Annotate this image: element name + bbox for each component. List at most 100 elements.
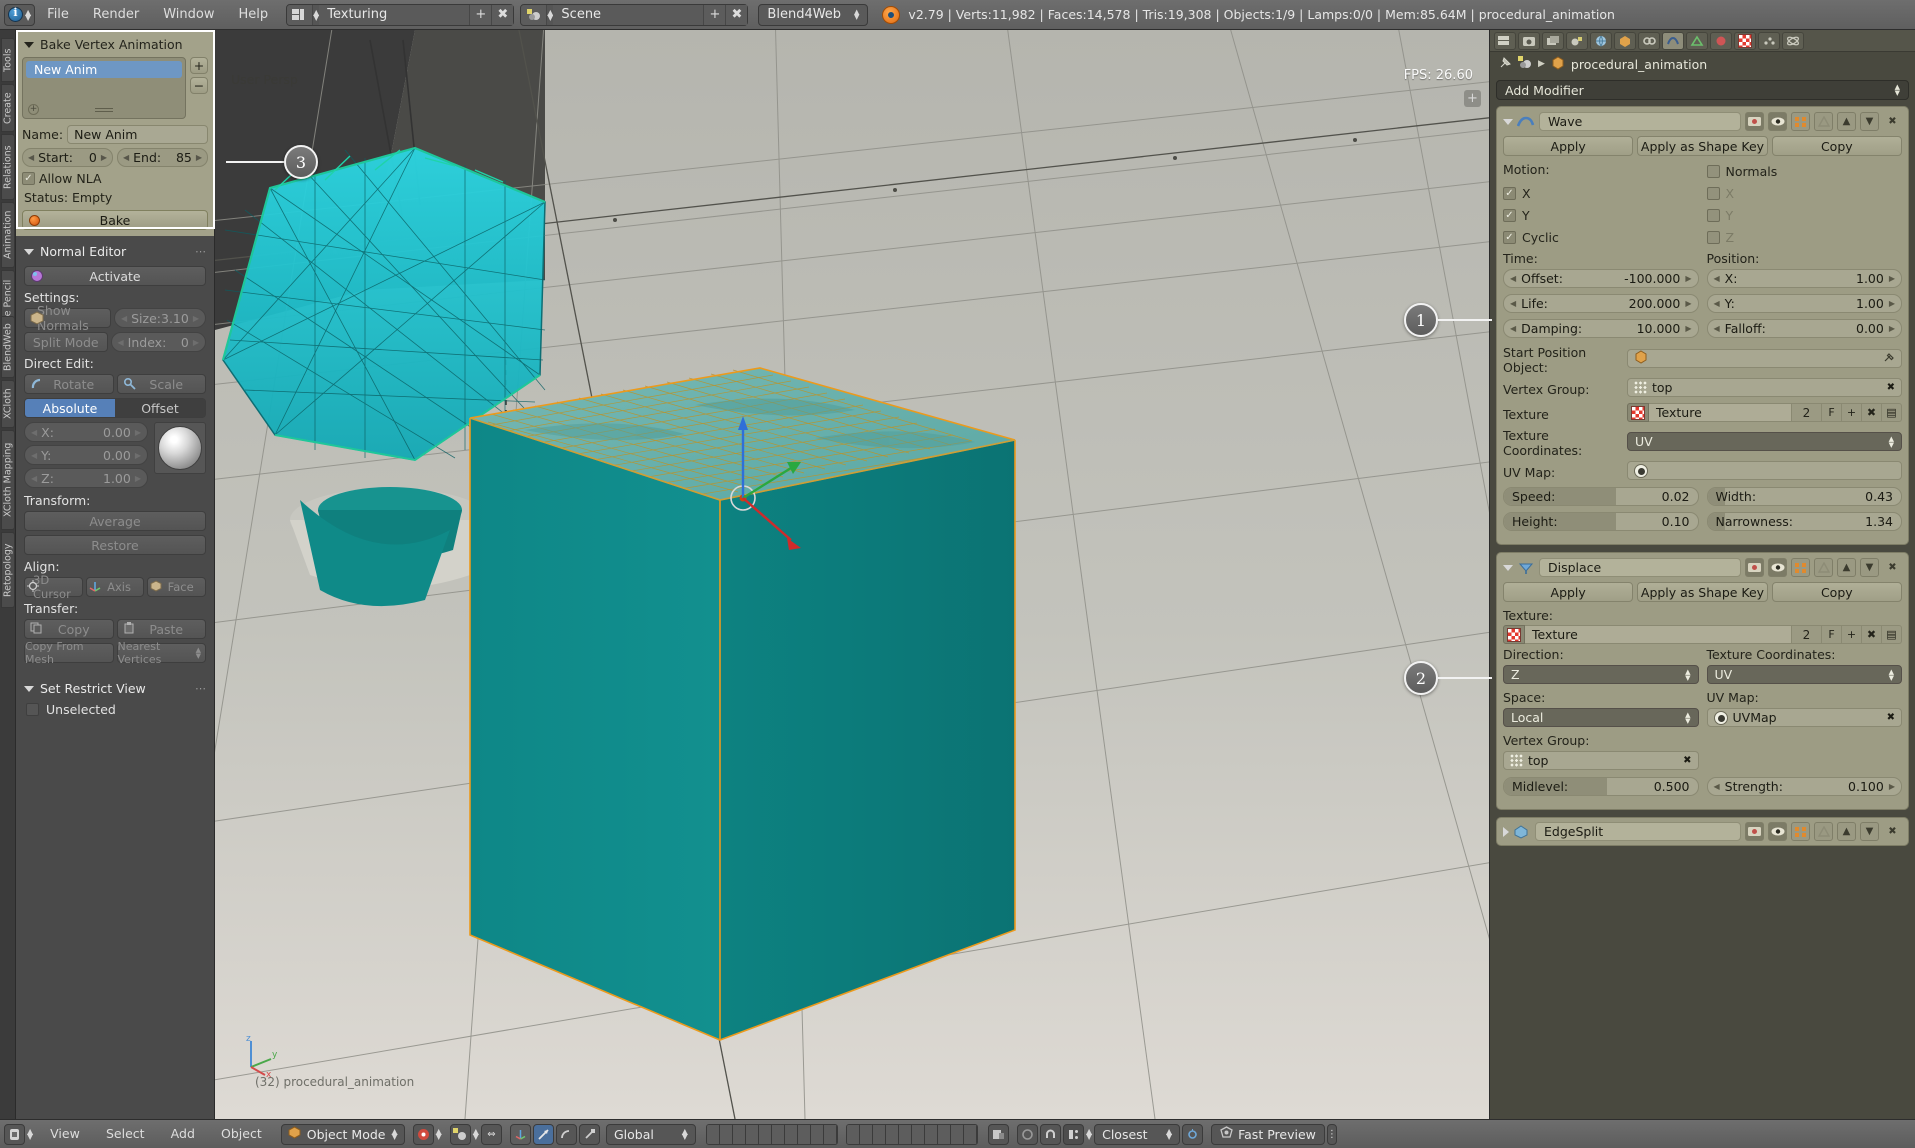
sidebar-tab-create[interactable]: Create (1, 84, 15, 132)
transform-orientation-selector[interactable]: Global ▲▼ (606, 1124, 696, 1145)
layer-cell[interactable] (899, 1125, 912, 1144)
add-item-button[interactable]: + (190, 57, 208, 74)
sidebar-tab-animation[interactable]: Animation (1, 202, 15, 268)
interaction-mode-selector[interactable]: Object Mode ▲▼ (281, 1124, 405, 1145)
editor-type-selector-info[interactable]: ▲▼ (4, 4, 35, 26)
nearest-vertices-dropdown[interactable]: Nearest Vertices ▲▼ (117, 643, 207, 663)
add-anim-icon[interactable]: + (28, 104, 39, 115)
right-arrow-icon[interactable]: ▶ (193, 338, 199, 347)
layer-cell[interactable] (798, 1125, 811, 1144)
on-cage-toggle-icon[interactable] (1814, 558, 1833, 577)
absolute-offset-toggle[interactable]: Absolute Offset (24, 398, 206, 418)
motion-y-row[interactable]: ✓ Y (1503, 206, 1699, 225)
activate-button[interactable]: Activate (24, 266, 206, 286)
position-y-input[interactable]: ◀ Y: 1.00 ▶ (1707, 294, 1903, 313)
left-arrow-icon[interactable]: ◀ (1714, 274, 1720, 283)
normals-checkbox[interactable]: ✓ (1707, 165, 1720, 178)
left-arrow-icon[interactable]: ◀ (1510, 324, 1516, 333)
apply-shape-key-button[interactable]: Apply as Shape Key (1637, 136, 1767, 156)
restrict-view-header[interactable]: Set Restrict View ⋯ (16, 675, 214, 700)
life-input[interactable]: ◀ Life: 200.000 ▶ (1503, 294, 1699, 313)
left-arrow-icon[interactable]: ◀ (1714, 324, 1720, 333)
layer-cell[interactable] (759, 1125, 772, 1144)
delete-modifier-icon[interactable]: ✖ (1883, 112, 1902, 131)
left-arrow-icon[interactable]: ◀ (31, 474, 37, 483)
width-slider[interactable]: Width: 0.43 (1707, 487, 1903, 506)
speed-slider[interactable]: Speed: 0.02 (1503, 487, 1699, 506)
end-frame-input[interactable]: ◀ End: 85 ▶ (117, 148, 208, 167)
uv-map-input[interactable]: UVMap ✖ (1707, 708, 1903, 727)
layer-cell[interactable] (873, 1125, 886, 1144)
left-arrow-icon[interactable]: ◀ (1714, 782, 1720, 791)
list-grip-icon[interactable] (95, 108, 113, 112)
move-up-icon[interactable]: ▲ (1837, 112, 1856, 131)
offset-option[interactable]: Offset (115, 399, 205, 417)
normals-z-row[interactable]: ✓ Z (1707, 228, 1903, 247)
left-arrow-icon[interactable]: ◀ (123, 153, 129, 162)
tab-physics-icon[interactable] (1782, 32, 1804, 50)
layer-cell[interactable] (811, 1125, 824, 1144)
layer-cell[interactable] (925, 1125, 938, 1144)
editor-type-selector-3dview[interactable] (4, 1124, 25, 1145)
add-scene-button[interactable]: + (703, 5, 725, 25)
screen-layout-name[interactable]: Texturing (319, 5, 469, 25)
offset-input[interactable]: ◀ Offset: -100.000 ▶ (1503, 269, 1699, 288)
edit-mode-toggle-icon[interactable] (1791, 112, 1810, 131)
tab-particles-icon[interactable] (1758, 32, 1780, 50)
viewport-toolbar-toggle[interactable]: + (1464, 90, 1481, 107)
cyclic-checkbox-row[interactable]: ✓ Cyclic (1503, 228, 1699, 247)
snap-toggle-icon[interactable] (1017, 1124, 1038, 1145)
right-arrow-icon[interactable]: ▶ (1685, 274, 1691, 283)
layer-cell[interactable] (746, 1125, 759, 1144)
sidebar-tab-relations[interactable]: Relations (1, 134, 15, 200)
layer-cell[interactable] (707, 1125, 720, 1144)
copy-modifier-button[interactable]: Copy (1772, 136, 1902, 156)
tab-data-icon[interactable] (1686, 32, 1708, 50)
right-arrow-icon[interactable]: ▶ (193, 314, 199, 323)
direction-dropdown[interactable]: Z ▲▼ (1503, 665, 1699, 684)
proportional-edit-icon[interactable]: ⇔ (481, 1124, 502, 1145)
split-mode-button[interactable]: Split Mode (24, 332, 108, 352)
render-toggle-icon[interactable] (1745, 558, 1764, 577)
right-arrow-icon[interactable]: ▶ (135, 451, 141, 460)
menu-view[interactable]: View (39, 1126, 91, 1141)
move-up-icon[interactable]: ▲ (1837, 822, 1856, 841)
menu-render[interactable]: Render (81, 7, 151, 22)
allow-nla-checkbox[interactable]: ✓ (22, 172, 35, 185)
layer-cell[interactable] (964, 1125, 977, 1144)
right-arrow-icon[interactable]: ▶ (101, 153, 107, 162)
align-face-button[interactable]: Face (147, 577, 206, 597)
delete-screen-layout-button[interactable]: ✖ (491, 5, 513, 25)
modifier-name-input[interactable]: Displace (1539, 558, 1741, 577)
layer-cell[interactable] (847, 1125, 860, 1144)
editor-type-selector[interactable] (1494, 32, 1516, 50)
chevron-updown-icon[interactable]: ▲▼ (473, 1129, 479, 1139)
size-input[interactable]: ◀ Size: 3.10 ▶ (114, 308, 206, 328)
menu-window[interactable]: Window (151, 7, 226, 22)
motion-y-checkbox[interactable]: ✓ (1503, 209, 1516, 222)
layer-cell[interactable] (785, 1125, 798, 1144)
texture-users-count[interactable]: 2 (1792, 403, 1822, 422)
screen-layout-selector[interactable]: ▲▼ Texturing + ✖ (286, 4, 514, 26)
left-arrow-icon[interactable]: ◀ (1714, 299, 1720, 308)
right-arrow-icon[interactable]: ▶ (1889, 274, 1895, 283)
damping-input[interactable]: ◀ Damping: 10.000 ▶ (1503, 319, 1699, 338)
texture-users-count[interactable]: 2 (1792, 625, 1822, 644)
texture-selector[interactable]: Texture 2 F + ✖ ▤ (1627, 403, 1902, 422)
snap-element-icon[interactable] (1063, 1124, 1084, 1145)
normal-direction-widget[interactable] (154, 422, 206, 474)
motion-x-checkbox[interactable]: ✓ (1503, 187, 1516, 200)
modifier-name-input[interactable]: EdgeSplit (1535, 822, 1741, 841)
scene-mode-icon[interactable] (450, 1124, 471, 1145)
tab-texture-icon[interactable] (1734, 32, 1756, 50)
snap-target-selector[interactable]: Closest ▲▼ (1094, 1124, 1180, 1145)
sidebar-tab-xcloth-mapping[interactable]: XCloth Mapping (1, 430, 15, 530)
modifier-name-input[interactable]: Wave (1539, 112, 1741, 131)
scene-name[interactable]: Scene (553, 5, 703, 25)
start-frame-input[interactable]: ◀ Start: 0 ▶ (22, 148, 113, 167)
move-down-icon[interactable]: ▼ (1860, 822, 1879, 841)
cyclic-checkbox[interactable]: ✓ (1503, 231, 1516, 244)
right-arrow-icon[interactable]: ▶ (1889, 299, 1895, 308)
add-modifier-button[interactable]: Add Modifier ▲▼ (1496, 80, 1909, 100)
right-arrow-icon[interactable]: ▶ (135, 474, 141, 483)
